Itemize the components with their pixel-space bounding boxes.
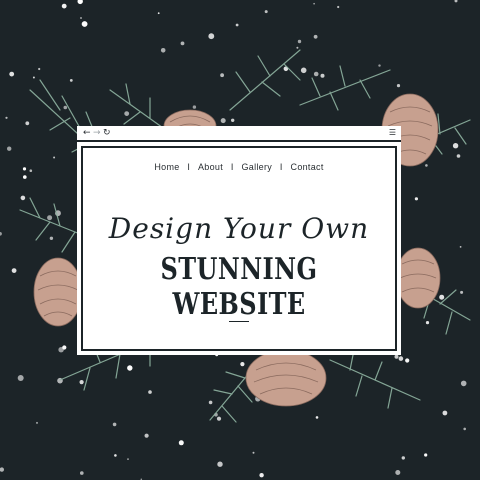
- forward-arrow-icon[interactable]: →: [93, 127, 101, 139]
- nav-separator: I: [230, 162, 234, 172]
- pinecone-right: [395, 247, 441, 309]
- poster-scene: ← → ↻ ☰ Home I About I Gallery I Contact…: [0, 0, 480, 480]
- nav-separator: I: [279, 162, 283, 172]
- pinecone-left: [33, 257, 83, 327]
- browser-window: ← → ↻ ☰ Home I About I Gallery I Contact…: [77, 126, 401, 355]
- reload-icon[interactable]: ↻: [103, 127, 111, 139]
- top-navigation: Home I About I Gallery I Contact: [83, 162, 395, 172]
- divider-line: [229, 321, 249, 322]
- pinecone-bottom: [245, 349, 327, 407]
- nav-link-gallery[interactable]: Gallery: [241, 162, 272, 172]
- webpage-frame: Home I About I Gallery I Contact Design …: [81, 146, 397, 351]
- back-arrow-icon[interactable]: ←: [83, 127, 91, 139]
- nav-link-home[interactable]: Home: [154, 162, 179, 172]
- headline-main-text: STUNNING WEBSITE: [160, 252, 318, 322]
- browser-toolbar: ← → ↻ ☰: [77, 126, 401, 142]
- nav-link-contact[interactable]: Contact: [291, 162, 324, 172]
- hamburger-menu-icon[interactable]: ☰: [389, 127, 396, 139]
- nav-link-about[interactable]: About: [198, 162, 223, 172]
- headline-script-text: Design Your Own: [108, 212, 370, 245]
- nav-separator: I: [187, 162, 191, 172]
